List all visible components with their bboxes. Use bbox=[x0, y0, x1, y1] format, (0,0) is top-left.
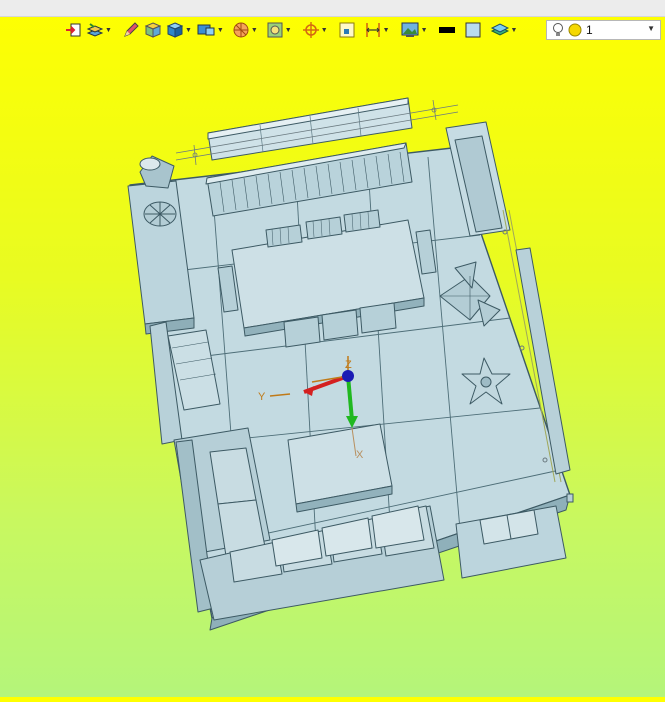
layer-button[interactable]: ▼ bbox=[86, 19, 112, 41]
pencil-button[interactable] bbox=[122, 19, 140, 41]
import-icon bbox=[66, 23, 81, 37]
axis-label-y: Y bbox=[258, 391, 266, 403]
color-swatch-icon bbox=[465, 22, 480, 38]
yellow-circle-icon bbox=[568, 23, 582, 37]
chevron-down-icon: ▼ bbox=[284, 26, 292, 34]
bin bbox=[139, 155, 175, 189]
cube-blue-button[interactable]: ▼ bbox=[166, 19, 192, 41]
fill-color-button[interactable] bbox=[464, 19, 482, 41]
light-select[interactable]: 1 ▼ bbox=[546, 20, 661, 40]
axis-label-x: X bbox=[356, 449, 364, 461]
chevron-down-icon: ▼ bbox=[382, 26, 390, 34]
chevron-down-icon: ▼ bbox=[420, 26, 428, 34]
chevron-down-icon: ▼ bbox=[250, 26, 258, 34]
3d-viewport[interactable]: Z Y X bbox=[0, 44, 665, 697]
line-color-button[interactable] bbox=[438, 19, 456, 41]
pencil-icon bbox=[124, 22, 139, 37]
light-select-value: 1 bbox=[586, 23, 593, 37]
render-style-icon bbox=[267, 22, 283, 38]
cube-blue-icon bbox=[166, 22, 184, 38]
layer-stack-icon bbox=[86, 23, 104, 37]
black-line-icon bbox=[438, 27, 455, 33]
grid-box-button[interactable] bbox=[338, 19, 356, 41]
snap-target-icon bbox=[302, 22, 319, 38]
dimension-button[interactable]: ▼ bbox=[364, 19, 390, 41]
background-image-icon bbox=[401, 22, 419, 37]
render-style-button[interactable]: ▼ bbox=[266, 19, 292, 41]
grid-box-icon bbox=[339, 22, 355, 38]
section-sphere-icon bbox=[233, 22, 249, 38]
view-toolbar: ▼ ▼ ▼ ▼ ▼ ▼ ▼ ▼ ▼ bbox=[64, 18, 517, 42]
import-button[interactable] bbox=[64, 19, 82, 41]
window-title-strip bbox=[0, 0, 665, 17]
snap-button[interactable]: ▼ bbox=[302, 19, 328, 41]
axis-label-z: Z bbox=[345, 359, 352, 371]
chevron-down-icon: ▼ bbox=[320, 26, 328, 34]
background-button[interactable]: ▼ bbox=[400, 19, 428, 41]
section-button[interactable]: ▼ bbox=[232, 19, 258, 41]
cube-texture-button[interactable] bbox=[144, 19, 162, 41]
cube-texture-icon bbox=[144, 22, 162, 38]
chevron-down-icon: ▼ bbox=[105, 26, 112, 34]
layer-display-button[interactable]: ▼ bbox=[490, 19, 518, 41]
model-canvas: Z Y X bbox=[127, 97, 574, 631]
chevron-down-icon: ▼ bbox=[647, 24, 655, 33]
plant-left bbox=[143, 201, 177, 227]
chevron-down-icon: ▼ bbox=[184, 26, 192, 34]
view-display-icon bbox=[197, 24, 215, 36]
chevron-down-icon: ▼ bbox=[216, 26, 224, 34]
view-display-button[interactable]: ▼ bbox=[196, 19, 224, 41]
end-marker bbox=[566, 493, 574, 503]
dimension-icon bbox=[365, 23, 380, 37]
chevron-down-icon: ▼ bbox=[510, 26, 518, 34]
light-bulb-icon bbox=[553, 23, 563, 36]
layer-display-icon bbox=[490, 23, 509, 36]
